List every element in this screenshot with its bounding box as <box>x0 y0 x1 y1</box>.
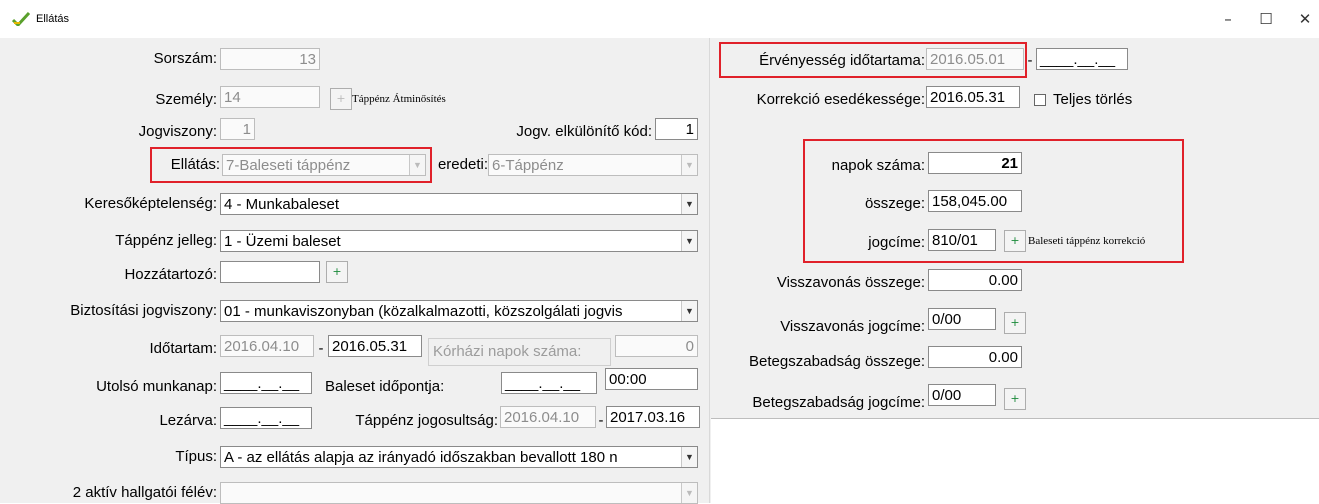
korrekcio-label: Korrekció esedékessége: <box>756 91 925 108</box>
szemely-field[interactable]: 14 <box>220 86 320 108</box>
tipus-label: Típus: <box>175 448 217 465</box>
jogviszony-field: 1 <box>220 118 255 140</box>
chevron-down-icon[interactable]: ▼ <box>681 155 697 175</box>
chevron-down-icon[interactable]: ▼ <box>681 483 697 503</box>
szemely-label: Személy: <box>155 91 217 108</box>
baleset-date-field[interactable]: ____.__.__ <box>501 372 597 394</box>
jogosultsag-separator: - <box>598 412 604 429</box>
betegszab-jogcim-field[interactable]: 0/00 <box>928 384 996 406</box>
jogv-kod-field[interactable]: 1 <box>655 118 698 140</box>
idotartam-to-field[interactable]: 2016.05.31 <box>328 335 422 357</box>
tipus-select[interactable]: A - az ellátás alapja az irányadó idősza… <box>220 446 698 468</box>
plus-icon[interactable]: + <box>326 261 348 283</box>
jogviszony-label: Jogviszony: <box>138 123 217 140</box>
betegszab-osszeg-field[interactable]: 0.00 <box>928 346 1022 368</box>
kereso-label: Keresőképtelenség: <box>84 195 217 212</box>
teljes-torles-checkbox[interactable] <box>1034 94 1046 106</box>
sorszam-label: Sorszám: <box>153 50 217 67</box>
idotartam-separator: - <box>318 340 324 357</box>
chevron-down-icon[interactable]: ▼ <box>681 231 697 251</box>
lezarva-field[interactable]: ____.__.__ <box>220 407 312 429</box>
panel-divider <box>709 38 710 503</box>
minimize-button[interactable]: – <box>1210 6 1246 32</box>
osszeg-highlight <box>803 139 1184 263</box>
tappenz-jelleg-select[interactable]: 1 - Üzemi baleset ▼ <box>220 230 698 252</box>
betegszab-osszeg-label: Betegszabadság összege: <box>749 353 925 370</box>
hallgatoi-label: 2 aktív hallgatói félév: <box>72 484 217 501</box>
chevron-down-icon[interactable]: ▼ <box>681 301 697 321</box>
eredeti-select[interactable]: 6-Táppénz ▼ <box>488 154 698 176</box>
jogosultsag-to-field[interactable]: 2017.03.16 <box>606 406 700 428</box>
notes-area[interactable] <box>711 418 1319 504</box>
eredeti-value: 6-Táppénz <box>492 157 564 174</box>
ervenyesseg-highlight <box>719 42 1027 78</box>
utolso-munkanap-label: Utolsó munkanap: <box>96 378 217 395</box>
hallgatoi-select[interactable]: ▼ <box>220 482 698 504</box>
korhazi-napok-field: 0 <box>615 335 698 357</box>
ellatas-highlight <box>150 147 432 183</box>
tappenz-jelleg-label: Táppénz jelleg: <box>115 232 217 249</box>
lezarva-label: Lezárva: <box>159 412 217 429</box>
plus-icon[interactable]: + <box>330 88 352 110</box>
plus-icon[interactable]: + <box>1004 388 1026 410</box>
hozzatartozo-field[interactable] <box>220 261 320 283</box>
visszavonas-osszeg-field[interactable]: 0.00 <box>928 269 1022 291</box>
visszavonas-osszeg-label: Visszavonás összege: <box>776 274 925 291</box>
app-logo-icon <box>12 12 30 26</box>
tappenz-atminosites-link[interactable]: Táppénz Átminősítés <box>352 88 446 110</box>
jogosultsag-label: Táppénz jogosultság: <box>355 412 498 429</box>
sorszam-field: 13 <box>220 48 320 70</box>
jogosultsag-from-field[interactable]: 2016.04.10 <box>500 406 596 428</box>
kereso-value: 4 - Munkabaleset <box>224 196 340 213</box>
teljes-torles-label: Teljes törlés <box>1053 91 1133 108</box>
ervenyesseg-to-field[interactable]: ____.__.__ <box>1036 48 1128 70</box>
visszavonas-jogcim-label: Visszavonás jogcíme: <box>780 318 925 335</box>
betegszab-jogcim-label: Betegszabadság jogcíme: <box>752 394 925 411</box>
tipus-value: A - az ellátás alapja az irányadó idősza… <box>224 449 618 466</box>
eredeti-label: eredeti: <box>437 156 488 173</box>
tappenz-jelleg-value: 1 - Üzemi baleset <box>224 233 341 250</box>
plus-icon[interactable]: + <box>1004 312 1026 334</box>
biztositasi-select[interactable]: 01 - munkaviszonyban (közalkalmazotti, k… <box>220 300 698 322</box>
baleset-idopont-label: Baleset időpontja: <box>325 378 445 395</box>
jogv-kod-label: Jogv. elkülönítő kód: <box>516 123 652 140</box>
maximize-button[interactable]: ☐ <box>1248 6 1284 32</box>
utolso-munkanap-field[interactable]: ____.__.__ <box>220 372 312 394</box>
baleset-time-field[interactable]: 00:00 <box>605 368 698 390</box>
korrekcio-field[interactable]: 2016.05.31 <box>926 86 1020 108</box>
idotartam-from-field[interactable]: 2016.04.10 <box>220 335 314 357</box>
window-title: Ellátás <box>36 13 70 25</box>
visszavonas-jogcim-field[interactable]: 0/00 <box>928 308 996 330</box>
korhazi-napok-button[interactable]: Kórházi napok száma: <box>428 338 611 366</box>
chevron-down-icon[interactable]: ▼ <box>681 194 697 214</box>
idotartam-label: Időtartam: <box>149 340 217 357</box>
title-bar: Ellátás – ☐ ✕ <box>0 0 1319 38</box>
biztositasi-label: Biztosítási jogviszony: <box>70 302 217 319</box>
biztositasi-value: 01 - munkaviszonyban (közalkalmazotti, k… <box>224 303 623 320</box>
kereso-select[interactable]: 4 - Munkabaleset ▼ <box>220 193 698 215</box>
close-button[interactable]: ✕ <box>1287 6 1319 32</box>
hozzatartozo-label: Hozzátartozó: <box>124 266 217 283</box>
chevron-down-icon[interactable]: ▼ <box>681 447 697 467</box>
